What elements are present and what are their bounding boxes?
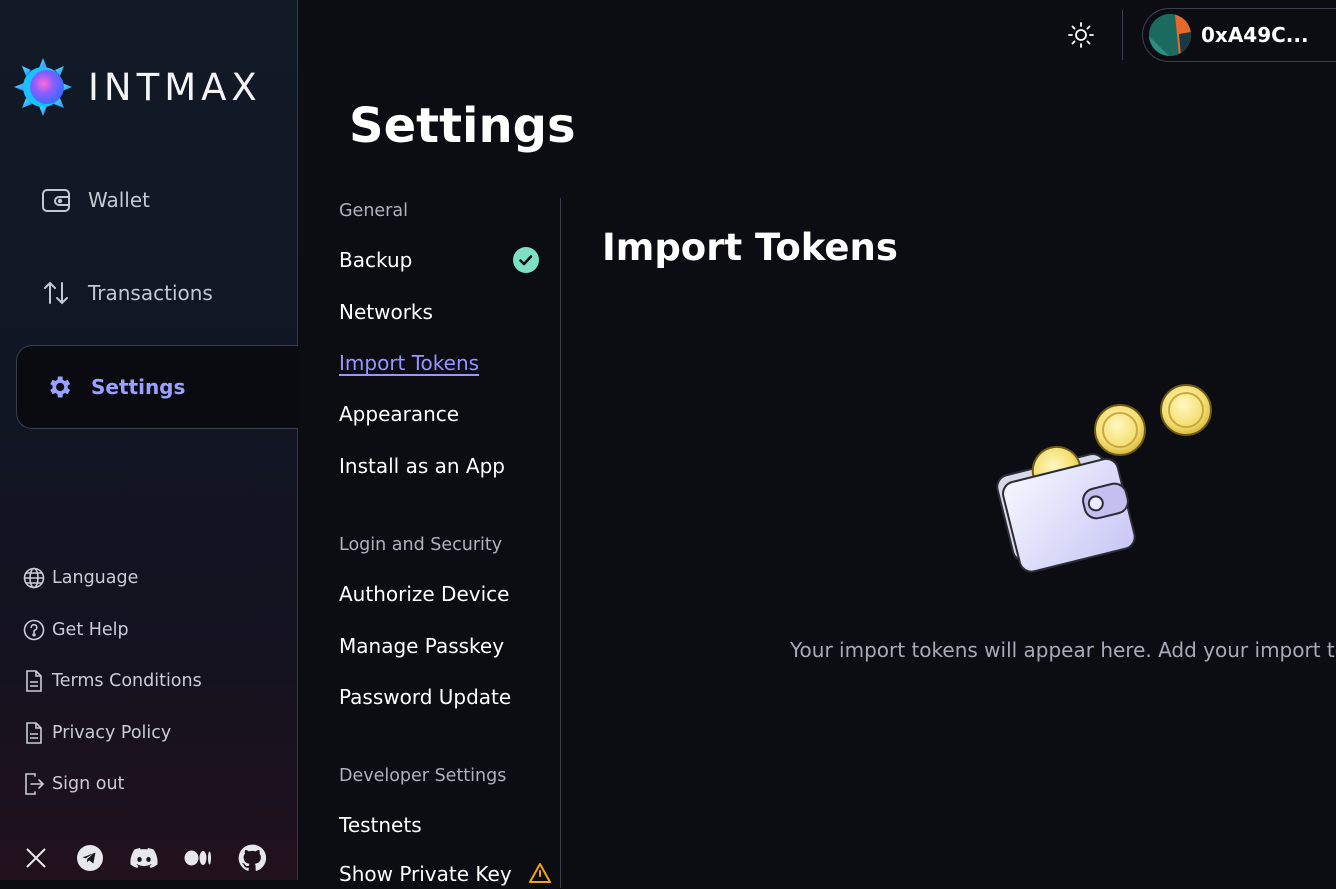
get-help-link[interactable]: Get Help bbox=[22, 618, 129, 642]
account-address: 0xA49C... bbox=[1201, 23, 1309, 47]
terms-conditions-label: Terms Conditions bbox=[52, 671, 202, 691]
sidebar-item-settings[interactable]: Settings bbox=[16, 345, 298, 429]
menu-heading-developer: Developer Settings bbox=[339, 766, 507, 786]
sign-out-label: Sign out bbox=[52, 774, 125, 794]
topbar-divider bbox=[1122, 10, 1123, 60]
wallet-icon bbox=[40, 184, 72, 216]
menu-item-testnets[interactable]: Testnets bbox=[339, 813, 422, 837]
menu-item-networks[interactable]: Networks bbox=[339, 300, 433, 324]
help-circle-icon bbox=[22, 618, 46, 642]
menu-item-label: Show Private Key bbox=[339, 862, 512, 886]
empty-state-message: Your import tokens will appear here. Add… bbox=[790, 638, 1336, 662]
language-label: Language bbox=[52, 568, 139, 588]
page-title: Settings bbox=[349, 98, 576, 154]
sidebar-item-wallet[interactable]: Wallet bbox=[16, 158, 298, 242]
document-icon bbox=[22, 669, 46, 693]
language-link[interactable]: Language bbox=[22, 566, 138, 590]
arrows-up-down-icon bbox=[40, 277, 72, 309]
privacy-policy-link[interactable]: Privacy Policy bbox=[22, 721, 171, 745]
intmax-logo-icon bbox=[14, 58, 72, 116]
brand-logo[interactable]: INTMAX bbox=[12, 56, 262, 118]
menu-heading-general: General bbox=[339, 201, 408, 221]
menu-item-backup[interactable]: Backup bbox=[339, 248, 412, 272]
privacy-policy-label: Privacy Policy bbox=[52, 723, 172, 743]
sidebar: INTMAX Wallet Transactions Settings Lang… bbox=[0, 0, 298, 880]
sidebar-item-label: Settings bbox=[91, 375, 186, 399]
account-button[interactable]: 0xA49C... bbox=[1142, 8, 1336, 62]
gear-icon bbox=[43, 371, 75, 403]
brand-name: INTMAX bbox=[88, 65, 262, 109]
menu-item-manage-passkey[interactable]: Manage Passkey bbox=[339, 634, 504, 658]
telegram-icon[interactable] bbox=[76, 844, 104, 872]
menu-item-password-update[interactable]: Password Update bbox=[339, 685, 511, 709]
discord-icon[interactable] bbox=[130, 844, 158, 872]
github-icon[interactable] bbox=[238, 844, 266, 872]
warning-icon bbox=[528, 862, 552, 889]
get-help-label: Get Help bbox=[52, 620, 129, 640]
sidebar-item-label: Transactions bbox=[88, 281, 213, 305]
sign-out-link[interactable]: Sign out bbox=[22, 772, 124, 796]
settings-divider bbox=[560, 198, 561, 888]
backup-complete-check-icon bbox=[513, 247, 539, 273]
document-icon bbox=[22, 721, 46, 745]
menu-item-appearance[interactable]: Appearance bbox=[339, 402, 459, 426]
menu-heading-security: Login and Security bbox=[339, 535, 503, 555]
menu-item-import-tokens[interactable]: Import Tokens bbox=[339, 351, 479, 375]
sidebar-item-transactions[interactable]: Transactions bbox=[16, 251, 298, 335]
sign-out-icon bbox=[22, 772, 46, 796]
menu-item-show-private-key[interactable]: Show Private Key bbox=[339, 862, 552, 889]
social-links bbox=[22, 844, 266, 872]
sidebar-item-label: Wallet bbox=[88, 188, 151, 212]
globe-icon bbox=[22, 566, 46, 590]
x-icon[interactable] bbox=[22, 844, 50, 872]
terms-conditions-link[interactable]: Terms Conditions bbox=[22, 669, 202, 693]
menu-item-install-app[interactable]: Install as an App bbox=[339, 454, 505, 478]
avatar bbox=[1149, 14, 1191, 56]
menu-item-authorize-device[interactable]: Authorize Device bbox=[339, 582, 509, 606]
sun-icon[interactable] bbox=[1066, 20, 1096, 50]
section-title: Import Tokens bbox=[602, 226, 898, 269]
wallet-coins-illustration-icon bbox=[990, 378, 1220, 578]
medium-icon[interactable] bbox=[184, 844, 212, 872]
